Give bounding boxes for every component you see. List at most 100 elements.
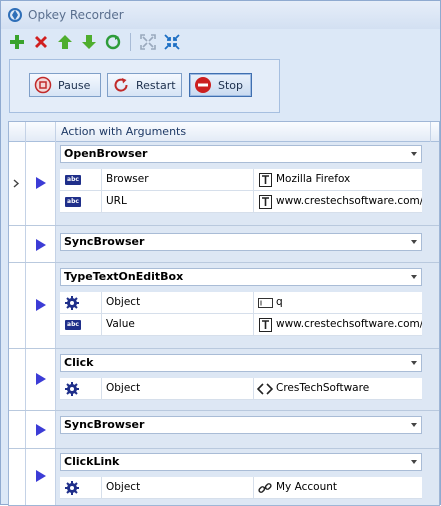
argument-type-cell: abc bbox=[60, 169, 102, 191]
row-indicator bbox=[9, 226, 26, 262]
row-expand[interactable] bbox=[26, 349, 56, 410]
arguments-table: abc Browser Mozilla Firefox abc URL www.… bbox=[60, 169, 422, 213]
argument-row[interactable]: Object My Account bbox=[60, 477, 422, 499]
row-detail: Click Object CresTechSoftware bbox=[56, 349, 439, 410]
argument-type-cell: abc bbox=[60, 314, 102, 336]
app-logo-icon bbox=[8, 8, 22, 22]
window-title: Opkey Recorder bbox=[28, 8, 124, 22]
argument-row[interactable]: Object q bbox=[60, 292, 422, 314]
argument-value[interactable]: www.crestechsoftware.com/C bbox=[254, 314, 422, 336]
toolbar bbox=[1, 29, 440, 55]
argument-value[interactable]: CresTechSoftware bbox=[254, 378, 422, 400]
chevron-down-icon bbox=[411, 240, 417, 244]
chevron-down-icon bbox=[411, 460, 417, 464]
argument-value[interactable]: q bbox=[254, 292, 422, 314]
row-detail: SyncBrowser bbox=[56, 411, 439, 448]
delete-icon[interactable] bbox=[31, 32, 51, 52]
header-indicator-cell bbox=[9, 122, 26, 142]
arguments-table: Object q abc Value www.crestechsoftware.… bbox=[60, 292, 422, 336]
header-expand-cell bbox=[26, 122, 56, 142]
row-indicator bbox=[9, 142, 26, 225]
title-bar: Opkey Recorder bbox=[1, 1, 440, 29]
step-row[interactable]: TypeTextOnEditBox Object q abc Value www… bbox=[9, 263, 439, 349]
step-row[interactable]: Click Object CresTechSoftware bbox=[9, 349, 439, 411]
argument-name: Object bbox=[102, 292, 254, 314]
pause-button[interactable]: Pause bbox=[29, 73, 101, 97]
argument-type-cell bbox=[60, 292, 102, 314]
action-select[interactable]: TypeTextOnEditBox bbox=[60, 268, 422, 286]
argument-type-cell: abc bbox=[60, 191, 102, 213]
action-select[interactable]: SyncBrowser bbox=[60, 233, 422, 251]
argument-value-text: www.crestechsoftware.com/C bbox=[276, 318, 422, 330]
restart-label: Restart bbox=[136, 78, 176, 92]
row-expand[interactable] bbox=[26, 411, 56, 448]
argument-row[interactable]: abc URL www.crestechsoftware.com/C bbox=[60, 191, 422, 213]
restart-button[interactable]: Restart bbox=[107, 73, 182, 97]
expand-icon[interactable] bbox=[138, 32, 158, 52]
gear-icon bbox=[65, 382, 79, 396]
argument-value[interactable]: My Account bbox=[254, 477, 422, 499]
argument-row[interactable]: abc Browser Mozilla Firefox bbox=[60, 169, 422, 191]
argument-type-cell bbox=[60, 378, 102, 400]
restart-icon bbox=[114, 78, 128, 92]
action-select[interactable]: ClickLink bbox=[60, 453, 422, 471]
chevron-down-icon bbox=[411, 361, 417, 365]
link-icon bbox=[257, 480, 273, 496]
action-name: SyncBrowser bbox=[64, 235, 145, 248]
text-type-icon: abc bbox=[65, 320, 81, 330]
step-row[interactable]: OpenBrowser abc Browser Mozilla Firefox … bbox=[9, 142, 439, 226]
step-row[interactable]: ClickLink Object My Account bbox=[9, 449, 439, 505]
action-name: SyncBrowser bbox=[64, 418, 145, 431]
step-row[interactable]: SyncBrowser bbox=[9, 411, 439, 449]
argument-row[interactable]: abc Value www.crestechsoftware.com/C bbox=[60, 314, 422, 336]
argument-name: Object bbox=[102, 378, 254, 400]
gear-icon bbox=[65, 481, 79, 495]
argument-value[interactable]: www.crestechsoftware.com/C bbox=[254, 191, 422, 213]
collapse-icon[interactable] bbox=[162, 32, 182, 52]
add-icon[interactable] bbox=[7, 32, 27, 52]
pause-label: Pause bbox=[58, 78, 91, 92]
toolbar-separator bbox=[130, 33, 131, 51]
text-type-icon: abc bbox=[65, 175, 81, 185]
row-indicator bbox=[9, 449, 26, 505]
argument-value-text: www.crestechsoftware.com/C bbox=[276, 195, 422, 207]
grid-header: Action with Arguments bbox=[9, 122, 439, 142]
row-indicator bbox=[9, 263, 26, 348]
play-arrow-icon bbox=[36, 373, 46, 385]
refresh-icon[interactable] bbox=[103, 32, 123, 52]
arguments-table: Object CresTechSoftware bbox=[60, 378, 422, 400]
argument-row[interactable]: Object CresTechSoftware bbox=[60, 378, 422, 400]
action-name: Click bbox=[64, 356, 94, 369]
move-up-icon[interactable] bbox=[55, 32, 75, 52]
argument-value-text: My Account bbox=[276, 481, 338, 493]
element-icon bbox=[257, 381, 273, 397]
argument-value-text: CresTechSoftware bbox=[276, 382, 370, 394]
row-detail: TypeTextOnEditBox Object q abc Value www… bbox=[56, 263, 439, 348]
argument-name: URL bbox=[102, 191, 254, 213]
stop-button[interactable]: Stop bbox=[189, 73, 252, 97]
text-icon bbox=[257, 194, 273, 210]
row-expand[interactable] bbox=[26, 263, 56, 348]
argument-type-cell bbox=[60, 477, 102, 499]
step-row[interactable]: SyncBrowser bbox=[9, 226, 439, 263]
action-select[interactable]: SyncBrowser bbox=[60, 416, 422, 434]
row-expand[interactable] bbox=[26, 449, 56, 505]
text-icon bbox=[257, 172, 273, 188]
recorder-window: Opkey Recorder Pause Restart Stop Action… bbox=[0, 0, 441, 506]
text-type-icon: abc bbox=[65, 197, 81, 207]
play-arrow-icon bbox=[36, 177, 46, 189]
row-expand[interactable] bbox=[26, 226, 56, 262]
action-name: TypeTextOnEditBox bbox=[64, 270, 184, 283]
move-down-icon[interactable] bbox=[79, 32, 99, 52]
header-action-column[interactable]: Action with Arguments bbox=[56, 122, 431, 142]
chevron-down-icon bbox=[411, 275, 417, 279]
steps-grid: Action with Arguments OpenBrowser abc Br… bbox=[8, 121, 440, 506]
editbox-icon bbox=[257, 295, 273, 311]
action-select[interactable]: Click bbox=[60, 354, 422, 372]
action-name: OpenBrowser bbox=[64, 147, 148, 160]
argument-value[interactable]: Mozilla Firefox bbox=[254, 169, 422, 191]
action-select[interactable]: OpenBrowser bbox=[60, 145, 422, 163]
row-expand[interactable] bbox=[26, 142, 56, 225]
argument-name: Browser bbox=[102, 169, 254, 191]
gear-icon bbox=[65, 296, 79, 310]
